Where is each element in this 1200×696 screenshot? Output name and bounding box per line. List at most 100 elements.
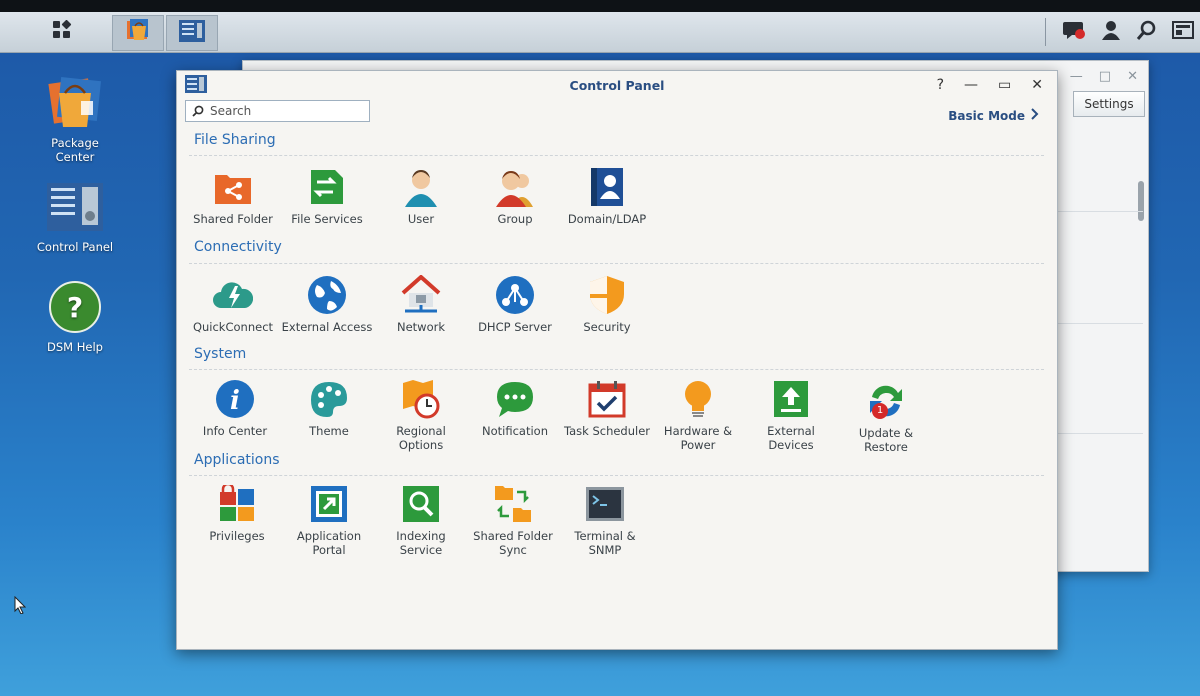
external-access-icon	[307, 275, 347, 315]
shared-folder-sync-icon	[493, 484, 533, 524]
item-label: Hardware & Power	[663, 424, 733, 452]
main-menu-icon	[52, 19, 72, 44]
search-input[interactable]	[208, 103, 362, 119]
maximize-icon[interactable]: ▭	[998, 77, 1011, 93]
desktop-package-center-label: Package Center	[51, 136, 99, 164]
item-label: Regional Options	[396, 424, 446, 452]
section-title-system: System	[194, 346, 247, 362]
minimize-icon[interactable]: —	[964, 77, 978, 93]
desktop: Package Center Control Panel ? DSM Help	[0, 0, 1200, 696]
item-dhcp-server[interactable]: DHCP Server	[469, 275, 561, 334]
item-label: Application Portal	[296, 529, 362, 557]
item-external-devices[interactable]: External Devices	[745, 379, 837, 452]
taskbar	[0, 12, 1200, 53]
task-scheduler-icon	[587, 379, 627, 419]
item-label: Network	[396, 320, 446, 334]
item-label: External Devices	[767, 424, 815, 452]
svg-text:i: i	[230, 386, 240, 416]
maximize-icon[interactable]: □	[1099, 69, 1111, 84]
dhcp-server-icon	[495, 275, 535, 315]
item-shared-folder[interactable]: Shared Folder	[187, 167, 279, 226]
row-divider	[1053, 323, 1143, 324]
item-label: Shared Folder Sync	[473, 529, 553, 557]
close-icon[interactable]: ✕	[1127, 69, 1138, 84]
item-label: Security	[583, 320, 631, 334]
update-restore-icon: 1	[866, 381, 906, 421]
item-shared-folder-sync[interactable]: Shared Folder Sync	[467, 484, 559, 557]
privileges-icon	[217, 484, 257, 524]
security-icon	[587, 275, 627, 315]
minimize-icon[interactable]: —	[1070, 69, 1083, 84]
terminal-snmp-icon	[585, 484, 625, 524]
item-task-scheduler[interactable]: Task Scheduler	[561, 379, 653, 438]
item-label: Info Center	[202, 424, 268, 438]
item-group[interactable]: Group	[469, 167, 561, 226]
item-info-center[interactable]: i Info Center	[189, 379, 281, 438]
external-devices-icon	[771, 379, 811, 419]
close-icon[interactable]: ✕	[1031, 77, 1043, 93]
item-hardware-power[interactable]: Hardware & Power	[652, 379, 744, 452]
item-domain-ldap[interactable]: Domain/LDAP	[561, 167, 653, 226]
item-label: External Access	[281, 320, 373, 334]
item-privileges[interactable]: Privileges	[191, 484, 283, 543]
help-icon[interactable]: ?	[937, 77, 944, 93]
item-label: QuickConnect	[192, 320, 274, 334]
item-label: Task Scheduler	[563, 424, 651, 438]
item-security[interactable]: Security	[561, 275, 653, 334]
item-indexing-service[interactable]: Indexing Service	[375, 484, 467, 557]
taskbar-package-center[interactable]	[112, 15, 164, 51]
section-divider	[189, 369, 1044, 370]
item-external-access[interactable]: External Access	[281, 275, 373, 334]
notification-icon[interactable]	[1062, 19, 1086, 45]
desktop-dsm-help-label: DSM Help	[47, 340, 103, 354]
item-label: Shared Folder	[193, 212, 273, 226]
item-notification[interactable]: Notification	[469, 379, 561, 438]
widgets-icon[interactable]	[1172, 20, 1194, 44]
desktop-control-panel-label: Control Panel	[36, 240, 114, 254]
item-update-restore[interactable]: 1 Update & Restore	[840, 381, 932, 454]
section-title-connectivity: Connectivity	[194, 239, 282, 255]
info-center-icon: i	[215, 379, 255, 419]
item-label: DHCP Server	[478, 320, 552, 334]
basic-mode-label: Basic Mode	[948, 108, 1025, 123]
row-divider	[1053, 433, 1143, 434]
chevron-right-icon	[1031, 108, 1039, 123]
user-icon[interactable]	[1100, 19, 1122, 45]
background-window-controls: — □ ✕	[1070, 69, 1138, 84]
scrollbar-thumb[interactable]	[1138, 181, 1144, 221]
item-network[interactable]: Network	[375, 275, 467, 334]
desktop-package-center[interactable]: Package Center	[20, 74, 130, 164]
search-icon[interactable]	[1136, 19, 1158, 45]
item-label: Terminal & SNMP	[574, 529, 636, 557]
desktop-control-panel[interactable]: Control Panel	[20, 178, 130, 254]
settings-button[interactable]: Settings	[1073, 91, 1145, 117]
item-label: Domain/LDAP	[567, 212, 647, 226]
user-icon	[401, 167, 441, 207]
section-divider	[189, 263, 1044, 264]
control-panel-icon	[46, 178, 104, 236]
desktop-dsm-help[interactable]: ? DSM Help	[20, 278, 130, 354]
item-application-portal[interactable]: Application Portal	[283, 484, 375, 557]
window-title: Control Panel	[569, 78, 665, 93]
item-quickconnect[interactable]: QuickConnect	[187, 275, 279, 334]
item-terminal-snmp[interactable]: Terminal & SNMP	[559, 484, 651, 557]
main-menu-button[interactable]	[37, 15, 87, 49]
basic-mode-link[interactable]: Basic Mode	[948, 108, 1039, 123]
application-portal-icon	[309, 484, 349, 524]
search-box[interactable]	[185, 100, 370, 122]
item-theme[interactable]: Theme	[283, 379, 375, 438]
item-regional-options[interactable]: Regional Options	[375, 379, 467, 452]
network-icon	[401, 275, 441, 315]
title-bar[interactable]: Control Panel ? — ▭ ✕	[177, 71, 1057, 99]
item-label: File Services	[291, 212, 363, 226]
item-label: Privileges	[209, 529, 265, 543]
item-file-services[interactable]: File Services	[281, 167, 373, 226]
taskbar-tray	[1062, 12, 1200, 52]
section-title-file-sharing: File Sharing	[194, 132, 276, 148]
mouse-cursor-icon	[14, 595, 27, 618]
window-controls: ? — ▭ ✕	[937, 77, 1043, 93]
package-center-icon	[124, 18, 152, 48]
item-label: User	[407, 212, 435, 226]
taskbar-control-panel[interactable]	[166, 15, 218, 51]
item-user[interactable]: User	[375, 167, 467, 226]
